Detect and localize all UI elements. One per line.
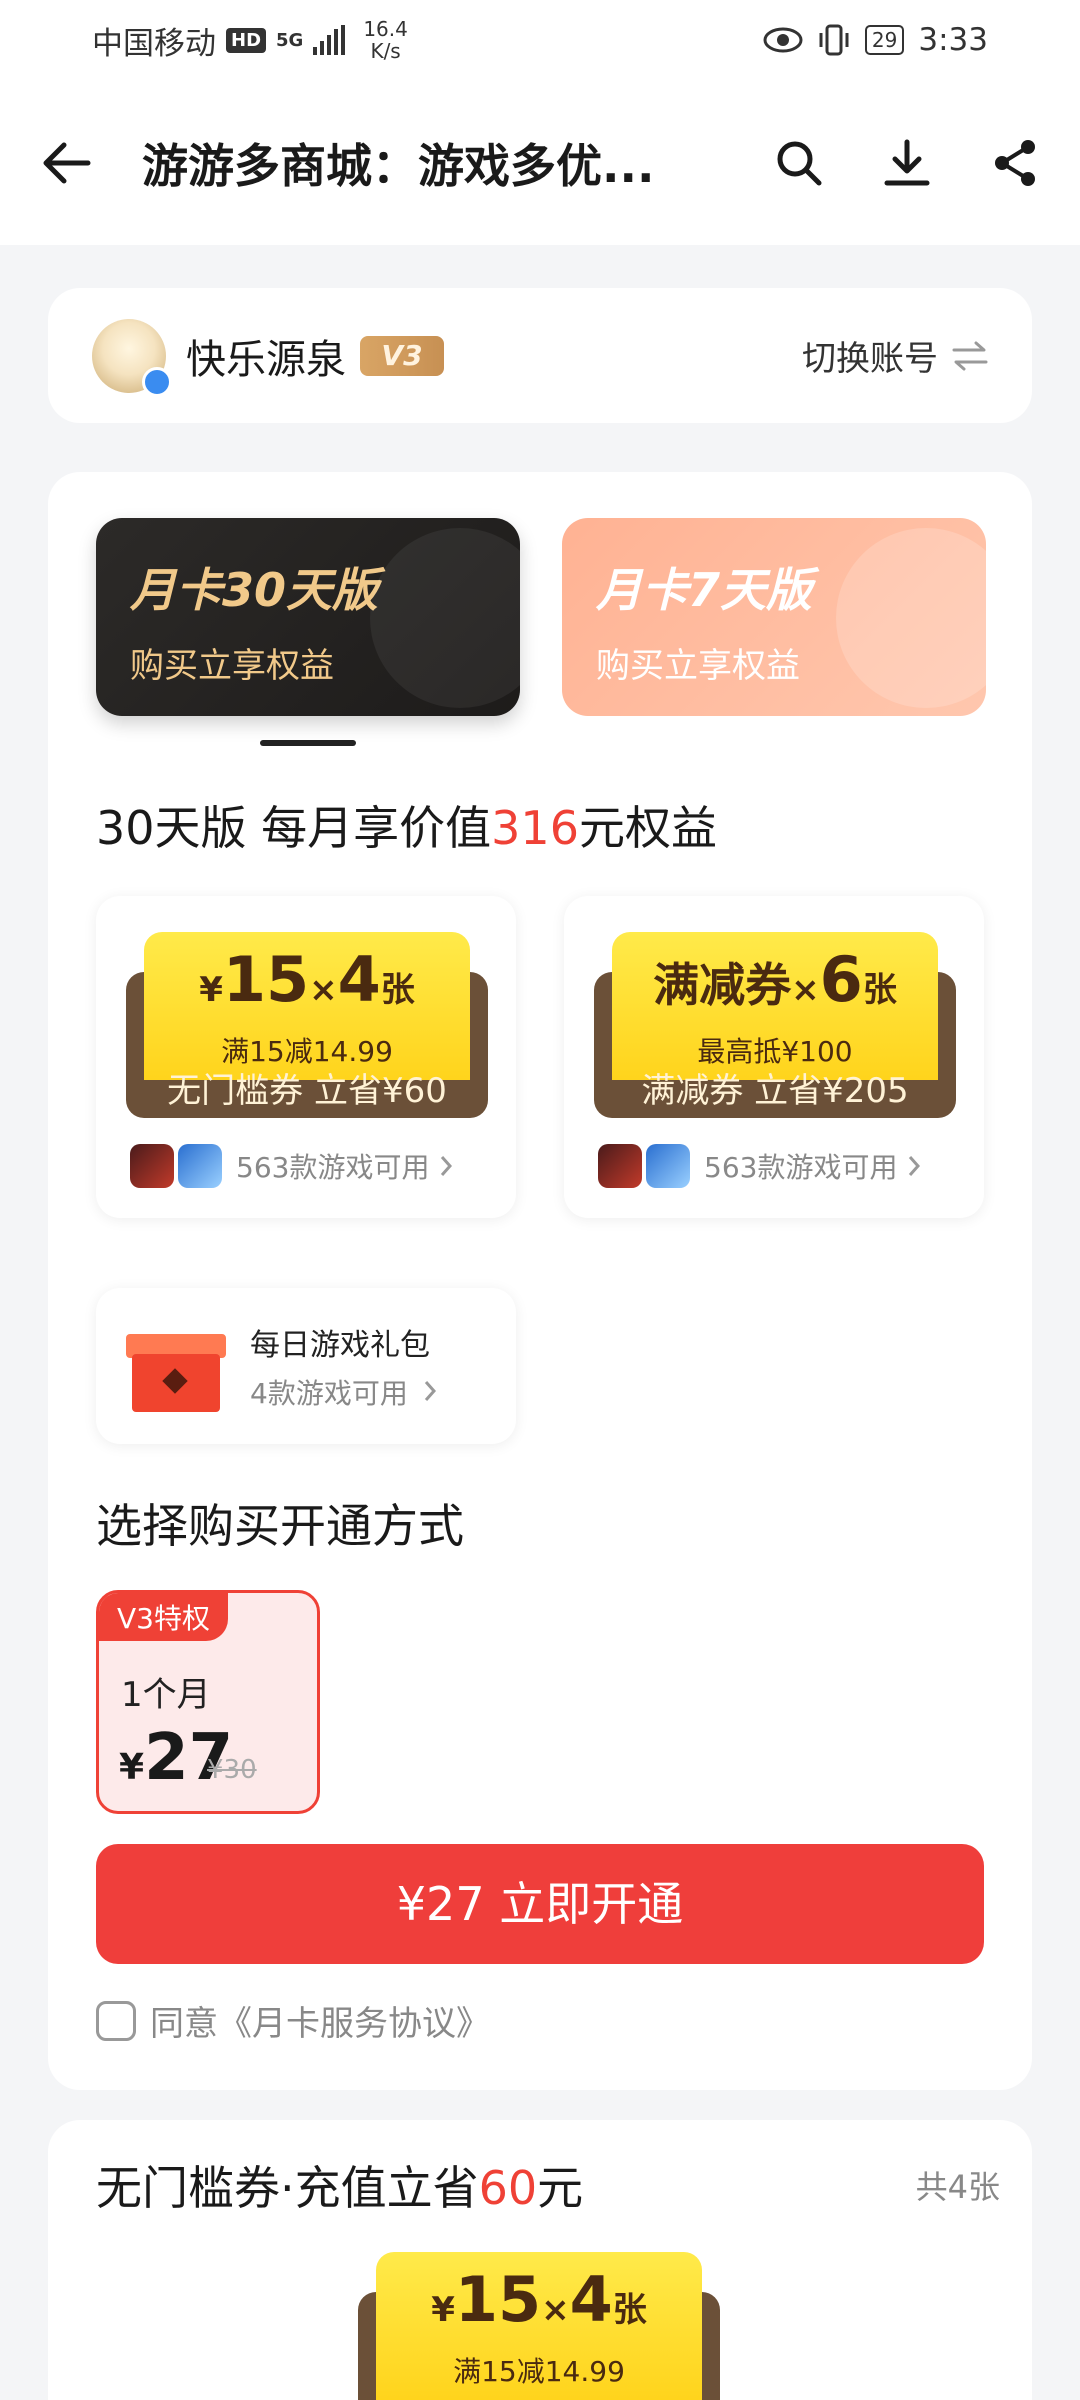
- eye-icon: [763, 27, 803, 53]
- vip-level-badge: V3: [360, 335, 444, 376]
- search-icon[interactable]: [774, 138, 824, 188]
- monthly-card-panel: 月卡30天版 购买立享权益 月卡7天版 购买立享权益 30天版 每月享价值316…: [48, 472, 1032, 2090]
- coupon-footer: 无门槛券 立省¥60: [167, 1071, 447, 1111]
- plan-tab-30day[interactable]: 月卡30天版 购买立享权益: [96, 518, 520, 716]
- benefit-amount: 316: [491, 801, 579, 855]
- chevron-right-icon: [423, 1379, 437, 1403]
- switch-account-button[interactable]: 切换账号: [802, 331, 988, 380]
- clock: 3:33: [918, 22, 988, 58]
- option-term: 1个月: [121, 1675, 211, 1715]
- coupon-card-discount[interactable]: 满减券×6张 最高抵¥100 满减券 立省¥205 563款游戏可用: [564, 896, 984, 1218]
- gift-subtitle: 4款游戏可用: [250, 1372, 437, 1412]
- account-card: 快乐源泉 V3 切换账号: [48, 288, 1032, 423]
- coupon-footer: 满减券 立省¥205: [641, 1071, 909, 1111]
- coupon-ticket: ¥15×4张 满15减14.99 无门槛券 立省¥60: [126, 932, 488, 1118]
- network-speed: 16.4 K/s: [363, 17, 408, 63]
- agreement-label[interactable]: 同意《月卡服务协议》: [150, 1996, 490, 2045]
- savings-amount: 60: [478, 2161, 538, 2215]
- activate-now-button[interactable]: ¥27 立即开通: [96, 1844, 984, 1964]
- agreement-row[interactable]: 同意《月卡服务协议》: [96, 1996, 490, 2045]
- game-thumbnail: [646, 1144, 690, 1188]
- gift-box-icon: [126, 1320, 226, 1412]
- coupon-condition: 满15减14.99: [453, 2355, 625, 2388]
- available-games-label: 563款游戏可用: [704, 1151, 898, 1184]
- carrier-label: 中国移动: [92, 25, 216, 62]
- section-title: 无门槛券·充值立省60元: [96, 2161, 584, 2215]
- chevron-right-icon: [439, 1154, 453, 1178]
- page-title: 游游多商城：游戏多优...: [142, 138, 655, 193]
- game-thumbnail: [598, 1144, 642, 1188]
- hd-icon: HD: [226, 27, 267, 53]
- available-games-link[interactable]: 563款游戏可用: [598, 1144, 921, 1188]
- avatar[interactable]: [92, 318, 172, 397]
- available-games-label: 563款游戏可用: [236, 1151, 430, 1184]
- daily-gift-card[interactable]: 每日游戏礼包 4款游戏可用: [96, 1288, 516, 1444]
- coupon-count: 共4张: [915, 2168, 1000, 2206]
- plan-tab-7day[interactable]: 月卡7天版 购买立享权益: [562, 518, 986, 716]
- download-icon[interactable]: [882, 138, 932, 188]
- no-threshold-coupon-section: 无门槛券·充值立省60元 共4张 ¥15×4张 满15减14.99: [48, 2120, 1032, 2400]
- game-thumbnail: [178, 1144, 222, 1188]
- switch-account-label: 切换账号: [802, 339, 938, 379]
- option-original-price: ¥30: [207, 1755, 257, 1785]
- battery-icon: 29: [864, 25, 905, 55]
- chevron-right-icon: [907, 1154, 921, 1178]
- share-icon[interactable]: [990, 138, 1040, 188]
- coupon-ticket[interactable]: ¥15×4张 满15减14.99: [358, 2252, 720, 2400]
- signal-icon: [313, 25, 346, 55]
- agreement-checkbox[interactable]: [96, 2000, 136, 2041]
- purchase-option-1-month[interactable]: V3特权 1个月 ¥27 ¥30: [96, 1590, 320, 1814]
- gift-title: 每日游戏礼包: [250, 1328, 430, 1363]
- top-nav-bar: 游游多商城：游戏多优...: [0, 80, 1080, 245]
- tab-indicator: [260, 740, 356, 746]
- game-thumbnail: [130, 1144, 174, 1188]
- status-bar: 中国移动 HD 5G 16.4 K/s 29 3:33: [0, 0, 1080, 80]
- coupon-ticket: 满减券×6张 最高抵¥100 满减券 立省¥205: [594, 932, 956, 1118]
- vibrate-icon: [817, 23, 851, 57]
- account-name: 快乐源泉: [186, 336, 346, 383]
- available-games-link[interactable]: 563款游戏可用: [130, 1144, 453, 1188]
- back-arrow-icon[interactable]: [40, 141, 92, 185]
- coupon-main-value: ¥15×4张: [199, 943, 415, 1016]
- coupon-card-no-threshold[interactable]: ¥15×4张 满15减14.99 无门槛券 立省¥60 563款游戏可用: [96, 896, 516, 1218]
- swap-arrows-icon: [952, 341, 988, 371]
- privilege-tag: V3特权: [99, 1593, 228, 1641]
- purchase-section-title: 选择购买开通方式: [96, 1499, 464, 1553]
- benefit-heading: 30天版 每月享价值316元权益: [96, 801, 717, 855]
- coupon-main-value: 满减券×6张: [653, 943, 897, 1016]
- coupon-main-value: ¥15×4张: [431, 2263, 647, 2336]
- network-type: 5G: [276, 29, 304, 51]
